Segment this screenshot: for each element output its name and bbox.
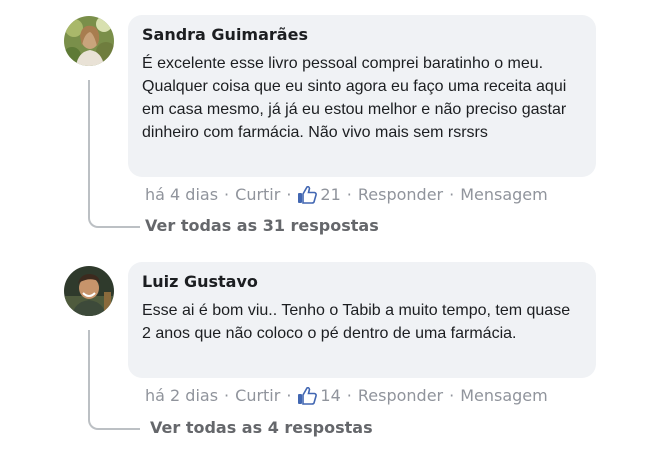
reply-button[interactable]: Responder (358, 386, 443, 405)
separator: · (346, 185, 352, 204)
comment-actions: há 4 dias · Curtir · 21 · Responder · Me… (145, 185, 548, 204)
thread-line (88, 80, 140, 228)
reply-button[interactable]: Responder (358, 185, 443, 204)
avatar[interactable] (64, 266, 114, 316)
separator: · (449, 185, 455, 204)
like-button[interactable]: Curtir (235, 185, 280, 204)
separator: · (286, 386, 292, 405)
message-button[interactable]: Mensagem (460, 386, 548, 405)
thumbs-up-icon (297, 386, 318, 405)
user-photo-icon (64, 16, 114, 66)
comment-time[interactable]: há 2 dias (145, 386, 218, 405)
message-button[interactable]: Mensagem (460, 185, 548, 204)
comment-author[interactable]: Sandra Guimarães (142, 25, 582, 44)
avatar[interactable] (64, 16, 114, 66)
comment-bubble: Sandra Guimarães É excelente esse livro … (128, 15, 596, 177)
thread-line (88, 330, 140, 430)
separator: · (224, 185, 230, 204)
comment-text: É excelente esse livro pessoal comprei b… (142, 55, 567, 141)
separator: · (224, 386, 230, 405)
like-button[interactable]: Curtir (235, 386, 280, 405)
like-count: 21 (320, 185, 341, 204)
comment-time[interactable]: há 4 dias (145, 185, 218, 204)
view-replies-link[interactable]: Ver todas as 4 respostas (150, 418, 373, 437)
separator: · (449, 386, 455, 405)
user-photo-icon (64, 266, 114, 316)
thumbs-up-icon (297, 185, 318, 204)
view-replies-link[interactable]: Ver todas as 31 respostas (145, 216, 379, 235)
comment-text: Esse ai é bom viu.. Tenho o Tabib a muit… (142, 302, 571, 342)
separator: · (346, 386, 352, 405)
comment-bubble: Luiz Gustavo Esse ai é bom viu.. Tenho o… (128, 262, 596, 378)
separator: · (286, 185, 292, 204)
comment-author[interactable]: Luiz Gustavo (142, 272, 582, 291)
comment-actions: há 2 dias · Curtir · 14 · Responder · Me… (145, 386, 548, 405)
like-count: 14 (320, 386, 341, 405)
